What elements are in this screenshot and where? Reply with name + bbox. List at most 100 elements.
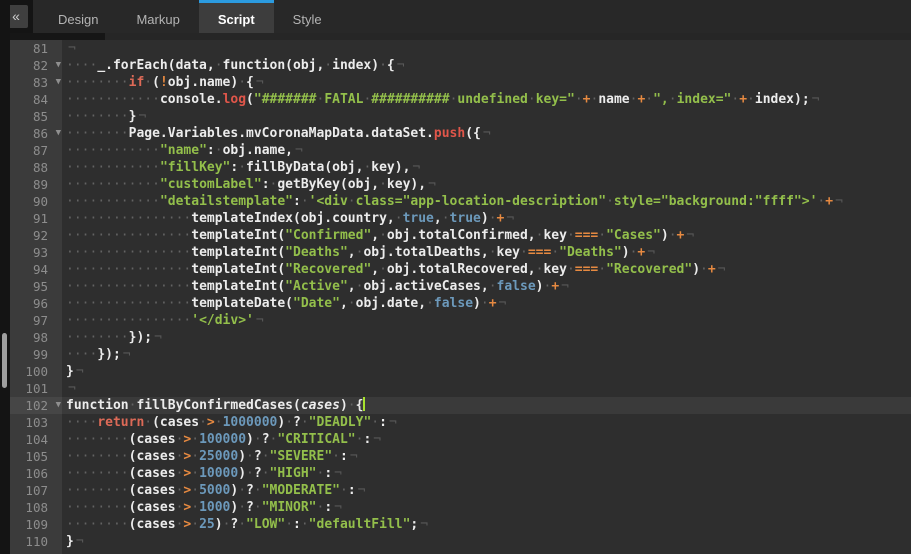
code-line-text: }¬ [62, 533, 911, 550]
code-line-text: ········(cases·>·25)·?·"LOW"·:·"defaultF… [62, 516, 911, 533]
code-line[interactable]: 83▼········if·(!obj.name)·{¬ [10, 74, 911, 91]
code-line[interactable]: 96················templateDate("Date",·o… [10, 295, 911, 312]
code-line[interactable]: 87············"name":·obj.name,¬ [10, 142, 911, 159]
line-number: 93 [10, 244, 62, 261]
line-number: 81 [10, 40, 62, 57]
code-line[interactable]: 110}¬ [10, 533, 911, 550]
tab-script[interactable]: Script [199, 0, 274, 33]
code-line-text: function·fillByConfirmedCases(cases)·{ [62, 397, 911, 414]
code-line-text: ············console.log("#######·FATAL·#… [62, 91, 911, 108]
code-line-text: ················templateInt("Deaths",·ob… [62, 244, 911, 261]
code-line[interactable]: 99····});¬ [10, 346, 911, 363]
line-number: 101 [10, 380, 62, 397]
line-number: 86▼ [10, 125, 62, 142]
code-line[interactable]: 98········});¬ [10, 329, 911, 346]
line-number: 88 [10, 159, 62, 176]
code-line[interactable]: 85········}¬ [10, 108, 911, 125]
code-line[interactable]: 109········(cases·>·25)·?·"LOW"·:·"defau… [10, 516, 911, 533]
code-line[interactable]: 93················templateInt("Deaths",·… [10, 244, 911, 261]
code-line[interactable]: 81¬ [10, 40, 911, 57]
line-number: 95 [10, 278, 62, 295]
line-number: 83▼ [10, 74, 62, 91]
code-line-text: ····});¬ [62, 346, 911, 363]
code-line-text: ········});¬ [62, 329, 911, 346]
code-line-text: ····_.forEach(data,·function(obj,·index)… [62, 57, 911, 74]
line-number: 91 [10, 210, 62, 227]
line-number: 84 [10, 91, 62, 108]
line-number: 103 [10, 414, 62, 431]
line-number: 108 [10, 499, 62, 516]
code-line-text: ········(cases·>·25000)·?·"SEVERE"·:¬ [62, 448, 911, 465]
code-line-text: ············"customLabel":·getByKey(obj,… [62, 176, 911, 193]
code-line-text: ················templateDate("Date",·obj… [62, 295, 911, 312]
code-line[interactable]: 102▼function·fillByConfirmedCases(cases)… [10, 397, 911, 414]
tab-style[interactable]: Style [274, 0, 341, 33]
code-line[interactable]: 108········(cases·>·1000)·?·"MINOR"·:¬ [10, 499, 911, 516]
code-line[interactable]: 84············console.log("#######·FATAL… [10, 91, 911, 108]
line-number: 102▼ [10, 397, 62, 414]
code-line[interactable]: 106········(cases·>·10000)·?·"HIGH"·:¬ [10, 465, 911, 482]
line-number: 111 [10, 550, 62, 554]
code-line-text: ¬ [62, 40, 911, 57]
code-line-text: ········(cases·>·1000)·?·"MINOR"·:¬ [62, 499, 911, 516]
fold-arrow-icon[interactable]: ▼ [56, 74, 61, 91]
fold-arrow-icon[interactable]: ▼ [56, 57, 61, 74]
code-line-text: ················templateInt("Confirmed",… [62, 227, 911, 244]
line-number: 89 [10, 176, 62, 193]
code-line[interactable]: 111·······▪ [10, 550, 911, 554]
line-number: 85 [10, 108, 62, 125]
line-number: 82▼ [10, 57, 62, 74]
code-line[interactable]: 95················templateInt("Active",·… [10, 278, 911, 295]
line-number: 99 [10, 346, 62, 363]
code-line[interactable]: 107········(cases·>·5000)·?·"MODERATE"·:… [10, 482, 911, 499]
line-number: 100 [10, 363, 62, 380]
code-line-text: ········if·(!obj.name)·{¬ [62, 74, 911, 91]
code-line-text: ········(cases·>·100000)·?·"CRITICAL"·:¬ [62, 431, 911, 448]
script-editor-window: « DesignMarkupScriptStyle 81¬82▼····_.fo… [0, 0, 911, 554]
code-line-text: ¬ [62, 380, 911, 397]
code-line[interactable]: 100}¬ [10, 363, 911, 380]
tab-markup[interactable]: Markup [117, 0, 198, 33]
code-line-text: ················templateInt("Active",·ob… [62, 278, 911, 295]
tab-list: DesignMarkupScriptStyle [39, 0, 341, 33]
line-number: 92 [10, 227, 62, 244]
code-line[interactable]: 105········(cases·>·25000)·?·"SEVERE"·:¬ [10, 448, 911, 465]
code-line-text: ············"detailstemplate":·'<div·cla… [62, 193, 911, 210]
line-number: 104 [10, 431, 62, 448]
code-area: 81¬82▼····_.forEach(data,·function(obj,·… [10, 40, 911, 554]
code-editor[interactable]: 81¬82▼····_.forEach(data,·function(obj,·… [10, 40, 911, 554]
line-number: 98 [10, 329, 62, 346]
line-number: 94 [10, 261, 62, 278]
fold-arrow-icon[interactable]: ▼ [56, 397, 61, 414]
code-line[interactable]: 101¬ [10, 380, 911, 397]
line-number: 105 [10, 448, 62, 465]
code-line[interactable]: 103····return·(cases·>·1000000)·?·"DEADL… [10, 414, 911, 431]
code-line[interactable]: 94················templateInt("Recovered… [10, 261, 911, 278]
code-line[interactable]: 86▼········Page.Variables.mvCoronaMapDat… [10, 125, 911, 142]
line-number: 90 [10, 193, 62, 210]
code-line-text: }¬ [62, 363, 911, 380]
code-line[interactable]: 91················templateIndex(obj.coun… [10, 210, 911, 227]
text-cursor [363, 397, 365, 411]
code-line[interactable]: 92················templateInt("Confirmed… [10, 227, 911, 244]
code-line-text: ·······▪ [62, 550, 911, 554]
code-line-text: ············"name":·obj.name,¬ [62, 142, 911, 159]
code-line[interactable]: 90············"detailstemplate":·'<div·c… [10, 193, 911, 210]
fold-arrow-icon[interactable]: ▼ [56, 125, 61, 142]
code-line-text: ····return·(cases·>·1000000)·?·"DEADLY"·… [62, 414, 911, 431]
code-line[interactable]: 89············"customLabel":·getByKey(ob… [10, 176, 911, 193]
code-line[interactable]: 82▼····_.forEach(data,·function(obj,·ind… [10, 57, 911, 74]
line-number: 106 [10, 465, 62, 482]
code-line[interactable]: 88············"fillKey":·fillByData(obj,… [10, 159, 911, 176]
rail-scrollbar-thumb[interactable] [2, 333, 7, 388]
line-number: 110 [10, 533, 62, 550]
line-number: 97 [10, 312, 62, 329]
code-line-text: ················templateInt("Recovered",… [62, 261, 911, 278]
tab-design[interactable]: Design [39, 0, 117, 33]
line-number: 107 [10, 482, 62, 499]
code-line[interactable]: 97················'</div>'¬ [10, 312, 911, 329]
line-number: 109 [10, 516, 62, 533]
code-line[interactable]: 104········(cases·>·100000)·?·"CRITICAL"… [10, 431, 911, 448]
code-line-text: ················'</div>'¬ [62, 312, 911, 329]
code-line-text: ········(cases·>·10000)·?·"HIGH"·:¬ [62, 465, 911, 482]
